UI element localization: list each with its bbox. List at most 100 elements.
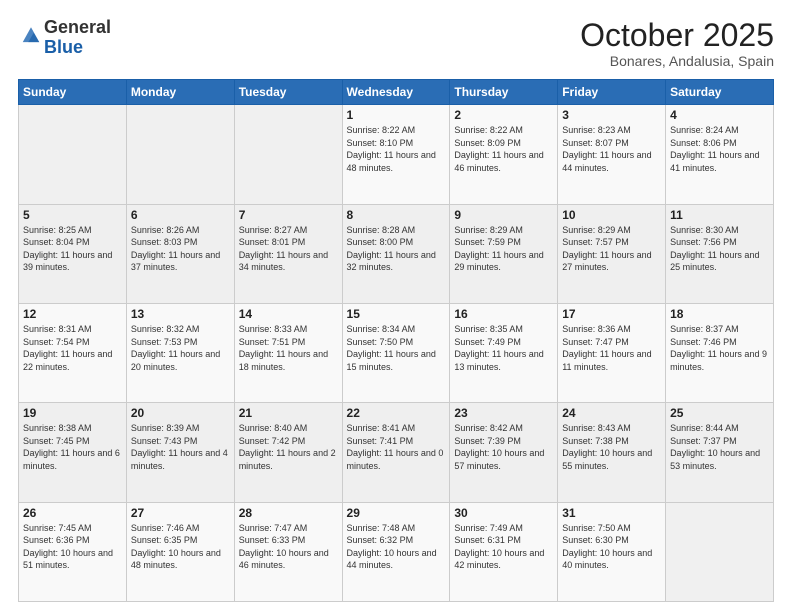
- calendar-cell: 14 Sunrise: 8:33 AM Sunset: 7:51 PM Dayli…: [234, 303, 342, 402]
- calendar-cell: 15 Sunrise: 8:34 AM Sunset: 7:50 PM Dayli…: [342, 303, 450, 402]
- title-location: Bonares, Andalusia, Spain: [580, 53, 774, 69]
- day-info: Sunrise: 7:45 AM Sunset: 6:36 PM Dayligh…: [23, 522, 122, 572]
- calendar-cell: [666, 502, 774, 601]
- day-info: Sunrise: 8:22 AM Sunset: 8:10 PM Dayligh…: [347, 124, 446, 174]
- day-info: Sunrise: 8:42 AM Sunset: 7:39 PM Dayligh…: [454, 422, 553, 472]
- day-number: 13: [131, 307, 230, 321]
- logo-icon: [20, 24, 42, 46]
- day-number: 25: [670, 406, 769, 420]
- day-info: Sunrise: 8:26 AM Sunset: 8:03 PM Dayligh…: [131, 224, 230, 274]
- day-info: Sunrise: 8:34 AM Sunset: 7:50 PM Dayligh…: [347, 323, 446, 373]
- title-month: October 2025: [580, 18, 774, 53]
- calendar-cell: 2Sunrise: 8:22 AM Sunset: 8:09 PM Daylig…: [450, 105, 558, 204]
- calendar-week-3: 12 Sunrise: 8:31 AM Sunset: 7:54 PM Dayli…: [19, 303, 774, 402]
- day-info: Sunrise: 8:33 AM Sunset: 7:51 PM Dayligh…: [239, 323, 338, 373]
- calendar-cell: 3Sunrise: 8:23 AM Sunset: 8:07 PM Daylig…: [558, 105, 666, 204]
- calendar-header-row: SundayMondayTuesdayWednesdayThursdayFrid…: [19, 80, 774, 105]
- calendar-cell: 9 Sunrise: 8:29 AM Sunset: 7:59 PM Daylig…: [450, 204, 558, 303]
- calendar-cell: 21 Sunrise: 8:40 AM Sunset: 7:42 PM Dayli…: [234, 403, 342, 502]
- day-info: Sunrise: 8:41 AM Sunset: 7:41 PM Dayligh…: [347, 422, 446, 472]
- day-info: Sunrise: 8:24 AM Sunset: 8:06 PM Dayligh…: [670, 124, 769, 174]
- page: General Blue October 2025 Bonares, Andal…: [0, 0, 792, 612]
- day-info: Sunrise: 8:30 AM Sunset: 7:56 PM Dayligh…: [670, 224, 769, 274]
- calendar-cell: 26Sunrise: 7:45 AM Sunset: 6:36 PM Dayli…: [19, 502, 127, 601]
- calendar-cell: 31 Sunrise: 7:50 AM Sunset: 6:30 PM Dayli…: [558, 502, 666, 601]
- calendar-cell: 22Sunrise: 8:41 AM Sunset: 7:41 PM Dayli…: [342, 403, 450, 502]
- day-info: Sunrise: 8:37 AM Sunset: 7:46 PM Dayligh…: [670, 323, 769, 373]
- day-number: 11: [670, 208, 769, 222]
- col-header-thursday: Thursday: [450, 80, 558, 105]
- day-info: Sunrise: 8:36 AM Sunset: 7:47 PM Dayligh…: [562, 323, 661, 373]
- day-info: Sunrise: 7:47 AM Sunset: 6:33 PM Dayligh…: [239, 522, 338, 572]
- day-info: Sunrise: 7:50 AM Sunset: 6:30 PM Dayligh…: [562, 522, 661, 572]
- day-number: 1: [347, 108, 446, 122]
- calendar-cell: 11 Sunrise: 8:30 AM Sunset: 7:56 PM Dayli…: [666, 204, 774, 303]
- day-number: 18: [670, 307, 769, 321]
- day-number: 15: [347, 307, 446, 321]
- header: General Blue October 2025 Bonares, Andal…: [18, 18, 774, 69]
- day-info: Sunrise: 7:46 AM Sunset: 6:35 PM Dayligh…: [131, 522, 230, 572]
- day-number: 5: [23, 208, 122, 222]
- day-number: 14: [239, 307, 338, 321]
- calendar-cell: 8Sunrise: 8:28 AM Sunset: 8:00 PM Daylig…: [342, 204, 450, 303]
- calendar-cell: 19Sunrise: 8:38 AM Sunset: 7:45 PM Dayli…: [19, 403, 127, 502]
- day-info: Sunrise: 8:39 AM Sunset: 7:43 PM Dayligh…: [131, 422, 230, 472]
- calendar-cell: 4Sunrise: 8:24 AM Sunset: 8:06 PM Daylig…: [666, 105, 774, 204]
- day-number: 21: [239, 406, 338, 420]
- day-number: 10: [562, 208, 661, 222]
- day-info: Sunrise: 8:43 AM Sunset: 7:38 PM Dayligh…: [562, 422, 661, 472]
- day-info: Sunrise: 8:29 AM Sunset: 7:57 PM Dayligh…: [562, 224, 661, 274]
- calendar-week-5: 26Sunrise: 7:45 AM Sunset: 6:36 PM Dayli…: [19, 502, 774, 601]
- calendar-table: SundayMondayTuesdayWednesdayThursdayFrid…: [18, 79, 774, 602]
- calendar-cell: 10 Sunrise: 8:29 AM Sunset: 7:57 PM Dayli…: [558, 204, 666, 303]
- col-header-tuesday: Tuesday: [234, 80, 342, 105]
- day-number: 30: [454, 506, 553, 520]
- day-info: Sunrise: 8:25 AM Sunset: 8:04 PM Dayligh…: [23, 224, 122, 274]
- calendar-cell: 18 Sunrise: 8:37 AM Sunset: 7:46 PM Dayli…: [666, 303, 774, 402]
- day-number: 9: [454, 208, 553, 222]
- calendar-cell: 17Sunrise: 8:36 AM Sunset: 7:47 PM Dayli…: [558, 303, 666, 402]
- day-number: 23: [454, 406, 553, 420]
- logo-general-text: General: [44, 18, 111, 38]
- calendar-cell: 12 Sunrise: 8:31 AM Sunset: 7:54 PM Dayli…: [19, 303, 127, 402]
- col-header-friday: Friday: [558, 80, 666, 105]
- col-header-wednesday: Wednesday: [342, 80, 450, 105]
- calendar-cell: [126, 105, 234, 204]
- calendar-cell: [234, 105, 342, 204]
- calendar-cell: 25Sunrise: 8:44 AM Sunset: 7:37 PM Dayli…: [666, 403, 774, 502]
- calendar-cell: 27 Sunrise: 7:46 AM Sunset: 6:35 PM Dayli…: [126, 502, 234, 601]
- day-info: Sunrise: 8:38 AM Sunset: 7:45 PM Dayligh…: [23, 422, 122, 472]
- day-number: 31: [562, 506, 661, 520]
- calendar-cell: 20Sunrise: 8:39 AM Sunset: 7:43 PM Dayli…: [126, 403, 234, 502]
- day-info: Sunrise: 8:27 AM Sunset: 8:01 PM Dayligh…: [239, 224, 338, 274]
- calendar-week-2: 5 Sunrise: 8:25 AM Sunset: 8:04 PM Daylig…: [19, 204, 774, 303]
- day-number: 6: [131, 208, 230, 222]
- logo-blue-text: Blue: [44, 38, 111, 58]
- calendar-cell: 13Sunrise: 8:32 AM Sunset: 7:53 PM Dayli…: [126, 303, 234, 402]
- day-info: Sunrise: 8:22 AM Sunset: 8:09 PM Dayligh…: [454, 124, 553, 174]
- calendar-week-1: 1 Sunrise: 8:22 AM Sunset: 8:10 PM Daylig…: [19, 105, 774, 204]
- calendar-week-4: 19Sunrise: 8:38 AM Sunset: 7:45 PM Dayli…: [19, 403, 774, 502]
- col-header-saturday: Saturday: [666, 80, 774, 105]
- day-number: 12: [23, 307, 122, 321]
- day-info: Sunrise: 7:48 AM Sunset: 6:32 PM Dayligh…: [347, 522, 446, 572]
- day-number: 27: [131, 506, 230, 520]
- day-number: 16: [454, 307, 553, 321]
- day-info: Sunrise: 8:35 AM Sunset: 7:49 PM Dayligh…: [454, 323, 553, 373]
- day-info: Sunrise: 8:40 AM Sunset: 7:42 PM Dayligh…: [239, 422, 338, 472]
- calendar-cell: 24Sunrise: 8:43 AM Sunset: 7:38 PM Dayli…: [558, 403, 666, 502]
- day-info: Sunrise: 8:23 AM Sunset: 8:07 PM Dayligh…: [562, 124, 661, 174]
- calendar-cell: 7 Sunrise: 8:27 AM Sunset: 8:01 PM Daylig…: [234, 204, 342, 303]
- logo: General Blue: [18, 18, 111, 58]
- day-number: 7: [239, 208, 338, 222]
- calendar-cell: 23 Sunrise: 8:42 AM Sunset: 7:39 PM Dayli…: [450, 403, 558, 502]
- day-info: Sunrise: 8:29 AM Sunset: 7:59 PM Dayligh…: [454, 224, 553, 274]
- calendar-cell: 6 Sunrise: 8:26 AM Sunset: 8:03 PM Daylig…: [126, 204, 234, 303]
- calendar-cell: 16 Sunrise: 8:35 AM Sunset: 7:49 PM Dayli…: [450, 303, 558, 402]
- calendar-cell: 29Sunrise: 7:48 AM Sunset: 6:32 PM Dayli…: [342, 502, 450, 601]
- day-info: Sunrise: 8:31 AM Sunset: 7:54 PM Dayligh…: [23, 323, 122, 373]
- col-header-sunday: Sunday: [19, 80, 127, 105]
- calendar-cell: 30 Sunrise: 7:49 AM Sunset: 6:31 PM Dayli…: [450, 502, 558, 601]
- day-info: Sunrise: 7:49 AM Sunset: 6:31 PM Dayligh…: [454, 522, 553, 572]
- title-block: October 2025 Bonares, Andalusia, Spain: [580, 18, 774, 69]
